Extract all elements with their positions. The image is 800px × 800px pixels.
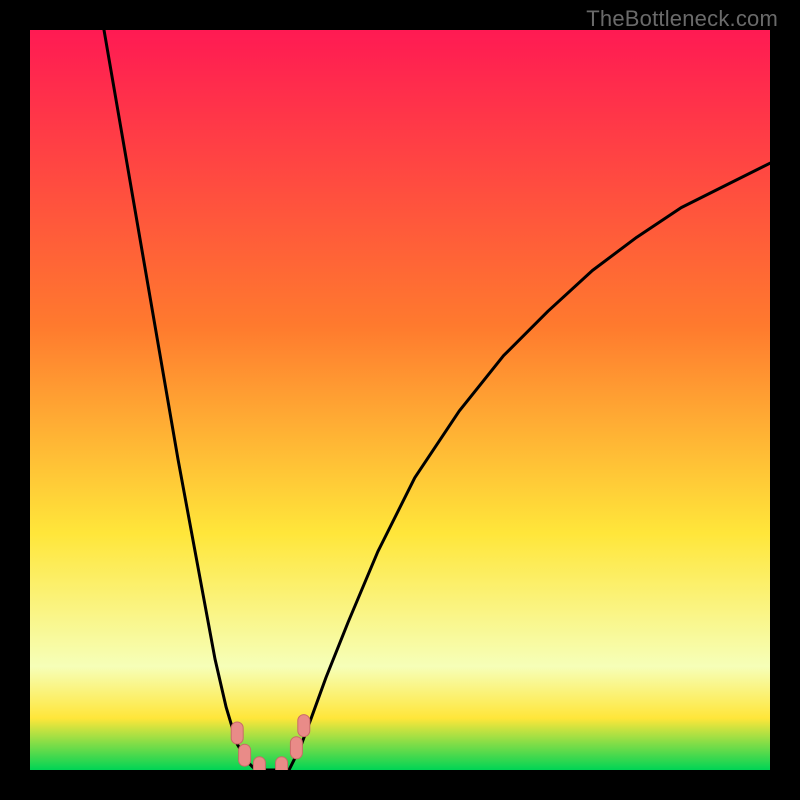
data-marker bbox=[276, 757, 288, 770]
chart-frame: TheBottleneck.com bbox=[0, 0, 800, 800]
gradient-background bbox=[30, 30, 770, 770]
data-marker bbox=[231, 722, 243, 744]
chart-svg bbox=[30, 30, 770, 770]
plot-area bbox=[30, 30, 770, 770]
data-marker bbox=[239, 744, 251, 766]
data-marker bbox=[290, 737, 302, 759]
watermark-text: TheBottleneck.com bbox=[586, 6, 778, 32]
data-marker bbox=[253, 757, 265, 770]
data-marker bbox=[298, 715, 310, 737]
